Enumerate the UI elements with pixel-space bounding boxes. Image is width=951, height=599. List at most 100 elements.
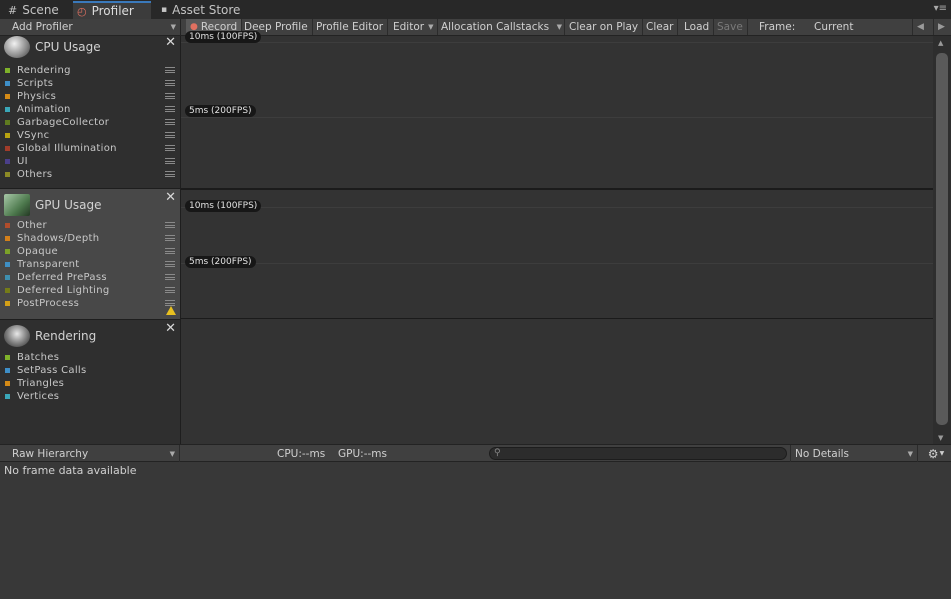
cpu-graph-label-5ms: 5ms (200FPS) <box>185 105 256 117</box>
legend-item[interactable]: PostProcess <box>5 297 175 310</box>
window-menu-icon[interactable]: ▾≡ <box>934 3 947 14</box>
drag-handle-icon[interactable] <box>165 248 175 254</box>
allocation-callstacks-dropdown[interactable]: Allocation Callstacks ▼ <box>437 19 565 35</box>
rendering-sphere-icon <box>4 325 30 347</box>
editor-label: Editor <box>393 21 425 33</box>
legend-color-swatch <box>5 394 10 399</box>
scrollbar-thumb[interactable] <box>936 53 948 425</box>
search-icon: ⚲ <box>494 448 501 458</box>
gpu-graph[interactable]: 10ms (100FPS) 5ms (200FPS) <box>181 189 933 319</box>
view-mode-label: Raw Hierarchy <box>12 447 89 460</box>
legend-item[interactable]: Shadows/Depth <box>5 232 175 245</box>
drag-handle-icon[interactable] <box>165 132 175 138</box>
legend-item[interactable]: Physics <box>5 90 175 103</box>
details-mode-dropdown[interactable]: No Details ▼ <box>790 445 918 462</box>
legend-item[interactable]: GarbageCollector <box>5 116 175 129</box>
legend-item[interactable]: Rendering <box>5 64 175 77</box>
gpu-chip-icon <box>4 194 30 216</box>
view-mode-dropdown[interactable]: Raw Hierarchy ▼ <box>0 445 180 462</box>
clear-label: Clear <box>646 21 674 33</box>
scroll-up-icon[interactable]: ▲ <box>938 39 943 47</box>
next-frame-button[interactable]: ▶ <box>933 19 949 35</box>
legend-color-swatch <box>5 301 10 306</box>
graph-vertical-scrollbar[interactable]: ▲ ▼ <box>933 36 951 444</box>
rendering-module[interactable]: Rendering ✕ Batches SetPass Calls Triangle… <box>0 320 180 444</box>
legend-color-swatch <box>5 223 10 228</box>
cpu-legend: Rendering Scripts Physics Animation GarbageC… <box>5 64 175 181</box>
save-label: Save <box>717 21 743 33</box>
drag-handle-icon[interactable] <box>165 119 175 125</box>
legend-item[interactable]: UI <box>5 155 175 168</box>
close-icon[interactable]: ✕ <box>165 322 176 335</box>
legend-color-swatch <box>5 249 10 254</box>
legend-item[interactable]: Other <box>5 219 175 232</box>
clear-button[interactable]: Clear <box>642 19 679 35</box>
profiler-icon: ◴ <box>77 4 87 18</box>
legend-item-label: Animation <box>17 104 71 115</box>
legend-item[interactable]: Opaque <box>5 245 175 258</box>
legend-color-swatch <box>5 81 10 86</box>
legend-item[interactable]: Global Illumination <box>5 142 175 155</box>
drag-handle-icon[interactable] <box>165 67 175 73</box>
close-icon[interactable]: ✕ <box>165 191 176 204</box>
legend-item[interactable]: Vertices <box>5 390 175 403</box>
legend-color-swatch <box>5 262 10 267</box>
previous-frame-button[interactable]: ◀ <box>912 19 928 35</box>
clear-on-play-toggle[interactable]: Clear on Play <box>565 19 644 35</box>
legend-item[interactable]: Deferred PrePass <box>5 271 175 284</box>
drag-handle-icon[interactable] <box>165 158 175 164</box>
legend-item-label: Opaque <box>17 246 58 257</box>
search-input[interactable]: ⚲ <box>489 447 787 460</box>
legend-item-label: Batches <box>17 352 60 363</box>
stopwatch-icon <box>4 36 30 58</box>
drag-handle-icon[interactable] <box>165 80 175 86</box>
drag-handle-icon[interactable] <box>165 93 175 99</box>
legend-color-swatch <box>5 146 10 151</box>
settings-gear-icon[interactable]: ⚙ ▼ <box>922 445 950 462</box>
warning-icon[interactable] <box>166 306 176 315</box>
arrow-left-icon: ◀ <box>917 22 924 32</box>
gpu-usage-module[interactable]: GPU Usage ✕ Other Shadows/Depth Opaque Tran… <box>0 189 180 320</box>
cpu-usage-module[interactable]: CPU Usage ✕ Rendering Scripts Physics Anima… <box>0 32 180 189</box>
legend-item[interactable]: VSync <box>5 129 175 142</box>
tab-scene-label: Scene <box>22 3 59 17</box>
cpu-graph[interactable]: 10ms (100FPS) 5ms (200FPS) <box>181 31 933 189</box>
drag-handle-icon[interactable] <box>165 235 175 241</box>
legend-item[interactable]: Triangles <box>5 377 175 390</box>
drag-handle-icon[interactable] <box>165 274 175 280</box>
drag-handle-icon[interactable] <box>165 222 175 228</box>
details-panel: No frame data available <box>0 462 951 599</box>
close-icon[interactable]: ✕ <box>165 36 176 49</box>
allocation-callstacks-label: Allocation Callstacks <box>441 21 550 33</box>
drag-handle-icon[interactable] <box>165 287 175 293</box>
drag-handle-icon[interactable] <box>165 171 175 177</box>
legend-item-label: Scripts <box>17 78 54 89</box>
load-button[interactable]: Load <box>680 19 715 35</box>
legend-item-label: Physics <box>17 91 57 102</box>
rendering-graph[interactable] <box>181 319 933 444</box>
tab-scene[interactable]: # Scene <box>4 1 70 19</box>
tab-profiler-label: Profiler <box>91 4 134 18</box>
legend-item[interactable]: Batches <box>5 351 175 364</box>
profiler-graph-area[interactable]: 10ms (100FPS) 5ms (200FPS) 10ms (100FPS)… <box>181 31 933 444</box>
profile-editor-button[interactable]: Profile Editor <box>312 19 389 35</box>
tab-profiler[interactable]: ◴ Profiler <box>73 1 151 19</box>
tab-asset-store[interactable]: ▪ Asset Store <box>157 1 249 19</box>
save-button[interactable]: Save <box>713 19 748 35</box>
gpu-graph-label-10ms: 10ms (100FPS) <box>185 200 262 212</box>
legend-item[interactable]: Others <box>5 168 175 181</box>
drag-handle-icon[interactable] <box>165 106 175 112</box>
editor-target-dropdown[interactable]: Editor ▼ <box>389 19 439 35</box>
legend-item[interactable]: Scripts <box>5 77 175 90</box>
legend-item-label: Others <box>17 169 53 180</box>
legend-item[interactable]: Deferred Lighting <box>5 284 175 297</box>
gpu-module-header: GPU Usage <box>4 193 102 217</box>
legend-item[interactable]: SetPass Calls <box>5 364 175 377</box>
drag-handle-icon[interactable] <box>165 261 175 267</box>
cpu-time-readout: CPU:--ms <box>277 445 325 462</box>
legend-item[interactable]: Transparent <box>5 258 175 271</box>
scroll-down-icon[interactable]: ▼ <box>938 434 943 442</box>
legend-item[interactable]: Animation <box>5 103 175 116</box>
legend-item-label: PostProcess <box>17 298 80 309</box>
drag-handle-icon[interactable] <box>165 145 175 151</box>
